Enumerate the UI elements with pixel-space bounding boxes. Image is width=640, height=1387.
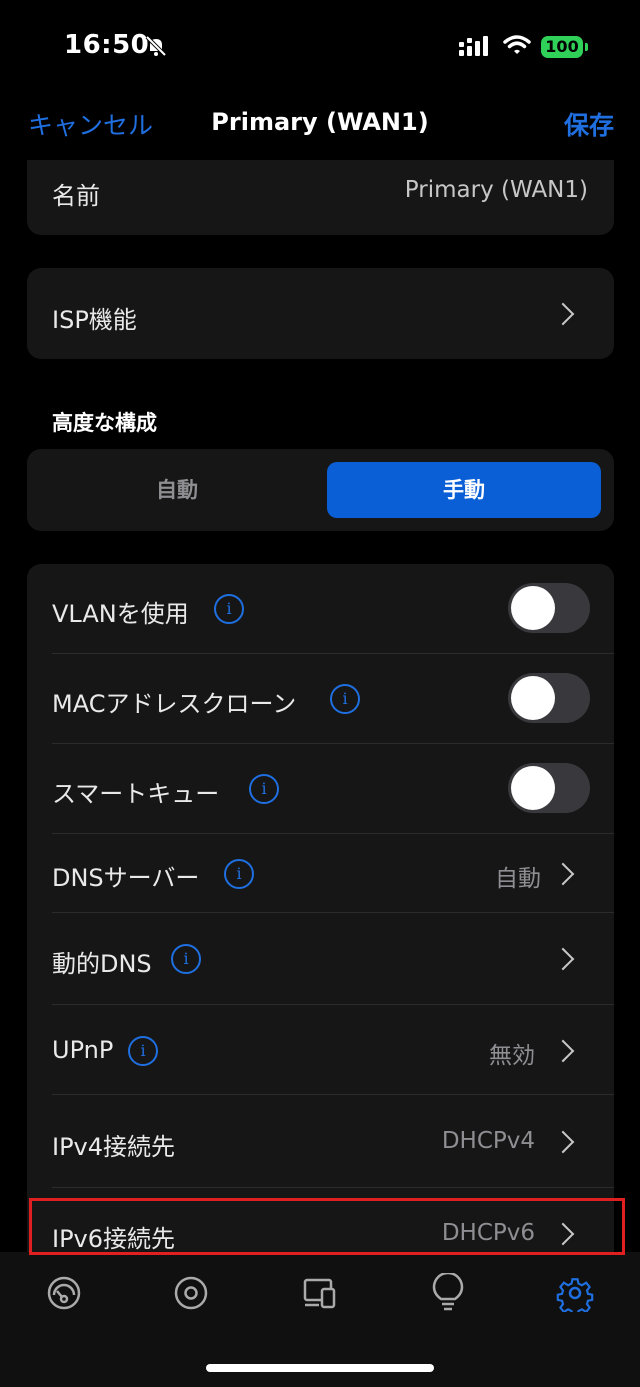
isp-function-label: ISP機能 (52, 306, 137, 334)
vlan-info-icon[interactable]: i (214, 594, 244, 624)
page-title: Primary (WAN1) (211, 108, 429, 136)
highlight-box (29, 1198, 625, 1255)
mac-clone-info-icon[interactable]: i (330, 684, 360, 714)
status-time: 16:50 (64, 30, 150, 60)
dns-server-label: DNSサーバー (52, 864, 200, 892)
dynamic-dns-label: 動的DNS (52, 950, 152, 978)
vlan-label: VLANを使用 (52, 600, 189, 628)
smart-queue-info-icon[interactable]: i (249, 774, 279, 804)
ipv4-connection-value: DHCPv4 (441, 1128, 535, 1154)
dashboard-icon[interactable] (45, 1274, 83, 1312)
name-value: Primary (WAN1) (404, 177, 588, 203)
segment-manual[interactable]: 手動 (327, 462, 601, 518)
upnp-value: 無効 (489, 1043, 535, 1069)
name-label: 名前 (52, 182, 100, 210)
dns-server-info-icon[interactable]: i (224, 859, 254, 889)
ipv4-connection-label: IPv4接続先 (52, 1133, 176, 1161)
upnp-label: UPnP (52, 1036, 114, 1064)
cellular-signal-icon (459, 36, 488, 56)
dynamic-dns-info-icon[interactable]: i (171, 944, 201, 974)
toggle-knob (511, 586, 555, 630)
toggle-knob (511, 676, 555, 720)
insights-bulb-icon[interactable] (429, 1273, 467, 1313)
devices-circle-icon[interactable] (172, 1274, 210, 1312)
vlan-toggle[interactable] (508, 583, 590, 633)
dns-server-value: 自動 (495, 866, 541, 892)
smart-queue-label: スマートキュー (52, 780, 220, 808)
battery-nub (585, 43, 588, 51)
mac-clone-label: MACアドレスクローン (52, 690, 297, 718)
save-button[interactable]: 保存 (564, 106, 614, 142)
mac-clone-toggle[interactable] (508, 673, 590, 723)
bell-slash-icon (145, 35, 167, 57)
segment-auto[interactable]: 自動 (41, 462, 313, 518)
wifi-icon (503, 35, 531, 54)
upnp-info-icon[interactable]: i (128, 1036, 158, 1066)
toggle-knob (511, 766, 555, 810)
smart-queue-toggle[interactable] (508, 763, 590, 813)
home-indicator (206, 1364, 434, 1372)
section-title-advanced: 高度な構成 (52, 411, 157, 435)
clients-icon[interactable] (301, 1274, 339, 1312)
settings-gear-icon[interactable] (556, 1274, 594, 1312)
battery-indicator: 100 (541, 36, 583, 58)
